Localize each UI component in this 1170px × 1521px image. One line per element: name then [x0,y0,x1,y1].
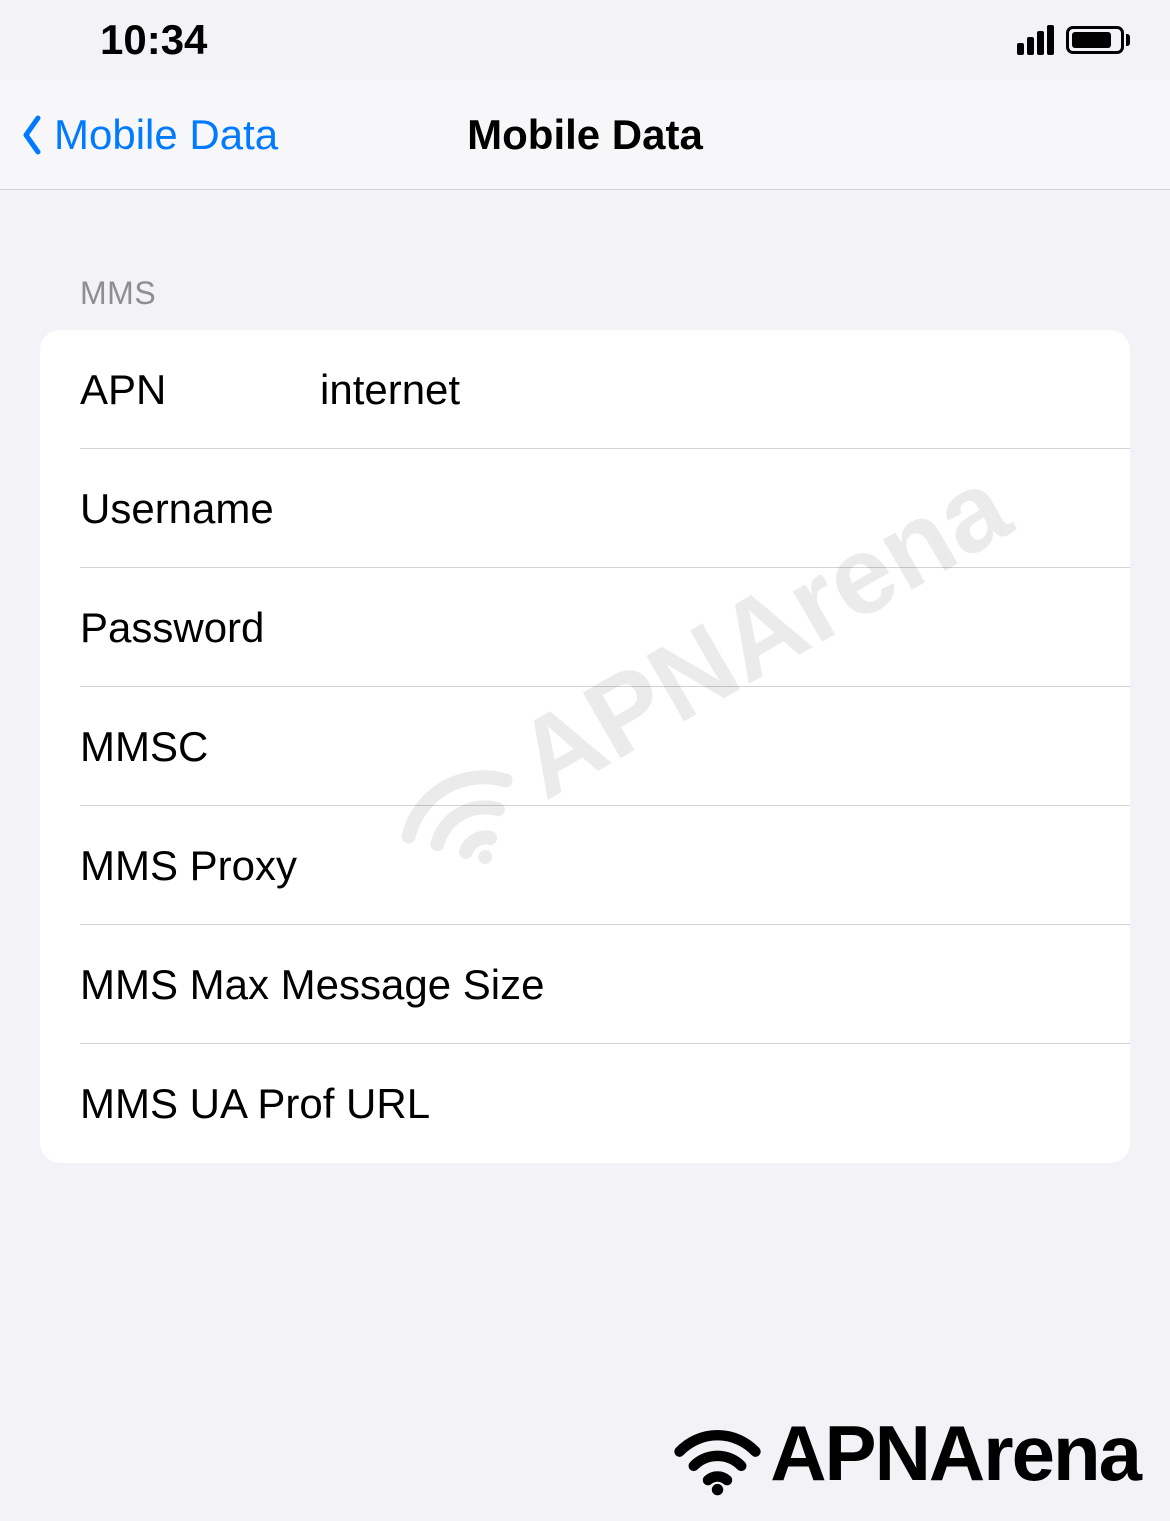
username-input[interactable] [320,485,1090,533]
brand-logo: APNArena [670,1406,1140,1501]
chevron-back-icon [20,114,44,156]
mms-proxy-row[interactable]: MMS Proxy [40,806,1130,925]
brand-text: APNArena [770,1408,1140,1499]
apn-row[interactable]: APN [40,330,1130,449]
mms-proxy-label: MMS Proxy [80,842,297,890]
mms-max-size-row[interactable]: MMS Max Message Size [40,925,1130,1044]
back-button[interactable]: Mobile Data [20,111,278,159]
password-row[interactable]: Password [40,568,1130,687]
mmsc-label: MMSC [80,723,320,771]
mms-proxy-input[interactable] [297,842,1090,890]
password-label: Password [80,604,320,652]
mms-max-size-input[interactable] [544,961,1090,1009]
mms-settings-group: APN Username Password MMSC MMS Proxy MMS… [40,330,1130,1163]
mms-max-size-label: MMS Max Message Size [80,961,544,1009]
back-label: Mobile Data [54,111,278,159]
cellular-signal-icon [1017,25,1054,55]
section-header-mms: MMS [40,190,1130,330]
status-time: 10:34 [100,16,207,64]
wifi-icon [670,1406,765,1501]
password-input[interactable] [320,604,1090,652]
status-icons [1017,25,1130,55]
username-label: Username [80,485,320,533]
navigation-bar: Mobile Data Mobile Data [0,80,1170,190]
mmsc-input[interactable] [320,723,1090,771]
mms-ua-prof-input[interactable] [430,1080,1090,1128]
username-row[interactable]: Username [40,449,1130,568]
mmsc-row[interactable]: MMSC [40,687,1130,806]
apn-input[interactable] [320,366,1090,414]
mms-ua-prof-label: MMS UA Prof URL [80,1080,430,1128]
mms-ua-prof-row[interactable]: MMS UA Prof URL [40,1044,1130,1163]
apn-label: APN [80,366,320,414]
status-bar: 10:34 [0,0,1170,80]
battery-icon [1066,26,1130,54]
content-area: MMS APN Username Password MMSC MMS Proxy… [0,190,1170,1163]
page-title: Mobile Data [467,111,703,159]
